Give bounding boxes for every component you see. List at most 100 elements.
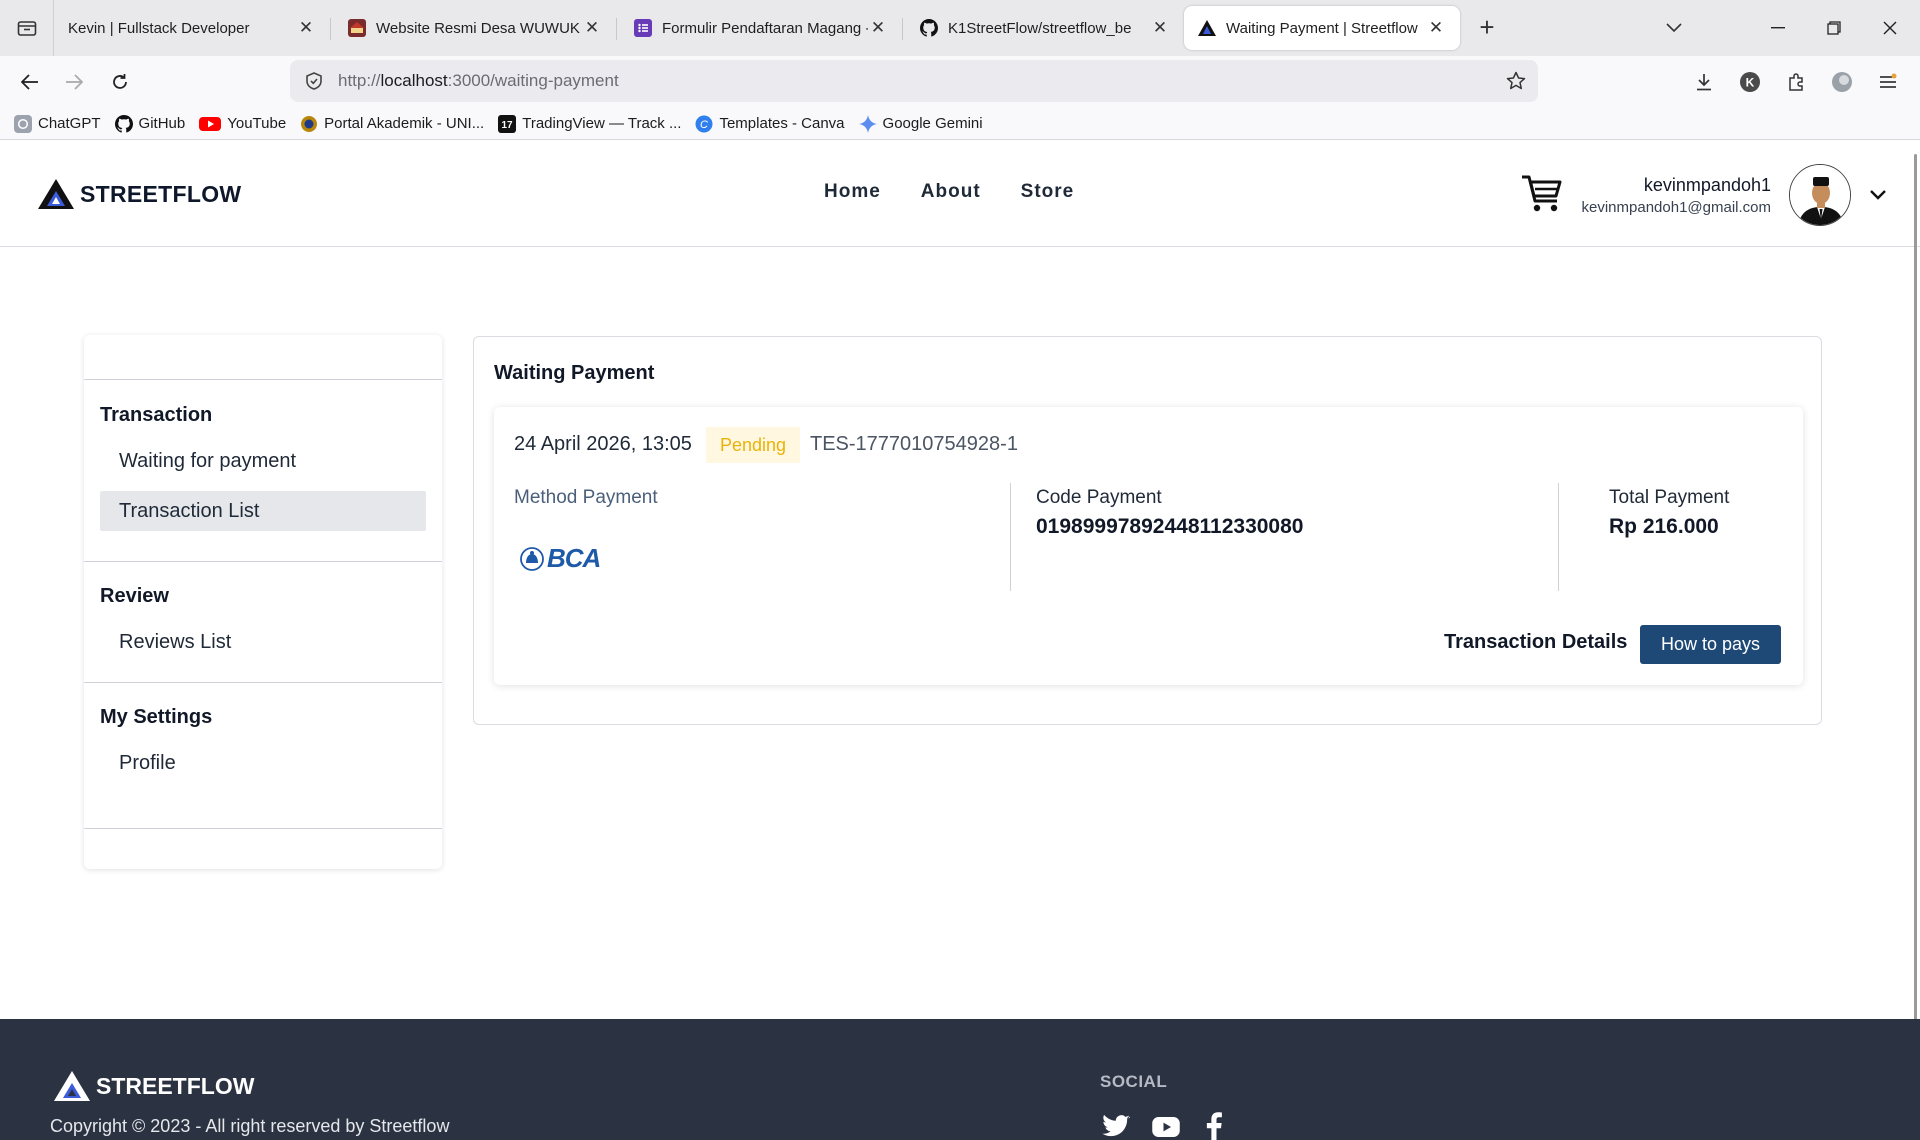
reload-button[interactable] bbox=[104, 66, 136, 98]
downloads-button[interactable] bbox=[1688, 66, 1720, 98]
sidebar-item-waiting-for-payment[interactable]: Waiting for payment bbox=[100, 441, 426, 481]
account-sidebar: Transaction Waiting for payment Transact… bbox=[84, 335, 442, 869]
page-scrollbar[interactable] bbox=[1914, 154, 1917, 1038]
tradingview-icon: 17 bbox=[498, 114, 517, 133]
svg-text:C: C bbox=[700, 119, 708, 131]
bca-bank-logo: BCA bbox=[520, 543, 601, 574]
tab-title: Waiting Payment | Streetflow bbox=[1226, 19, 1418, 37]
bookmark-canva[interactable]: C Templates - Canva bbox=[695, 115, 845, 133]
restore-icon bbox=[1827, 21, 1841, 35]
bca-wordmark: BCA bbox=[547, 543, 601, 573]
arrow-left-icon bbox=[21, 74, 38, 90]
nav-home-link[interactable]: Home bbox=[824, 181, 881, 203]
brand-name: STREETFLOW bbox=[80, 180, 242, 207]
gemini-sparkle-icon bbox=[858, 114, 877, 133]
close-window-button[interactable] bbox=[1872, 10, 1908, 46]
brand-logo[interactable]: STREETFLOW bbox=[38, 179, 241, 209]
avatar[interactable] bbox=[1789, 164, 1851, 226]
extensions-button[interactable] bbox=[1780, 66, 1812, 98]
tab-title: Kevin | Fullstack Developer bbox=[68, 19, 250, 37]
bookmark-chatgpt[interactable]: ChatGPT bbox=[14, 114, 101, 133]
site-info-icon[interactable] bbox=[304, 71, 324, 91]
bookmark-youtube[interactable]: YouTube bbox=[199, 115, 286, 133]
waiting-payment-panel: Waiting Payment 24 April 2026, 13:05 Pen… bbox=[473, 336, 1822, 725]
tab-close-icon[interactable]: ✕ bbox=[1426, 18, 1446, 38]
svg-text:K: K bbox=[1746, 76, 1755, 90]
order-reference: TES-1777010754928-1 bbox=[810, 433, 1018, 455]
cart-button[interactable] bbox=[1520, 171, 1564, 215]
hamburger-menu-icon bbox=[1880, 73, 1897, 88]
chatgpt-icon bbox=[14, 114, 32, 133]
tab-overflow-button[interactable] bbox=[1656, 10, 1692, 46]
bca-emblem-icon bbox=[520, 546, 544, 571]
main-nav: Home About Store bbox=[824, 181, 1074, 203]
minimize-icon bbox=[1771, 27, 1785, 29]
sidebar-section-my-settings: My Settings bbox=[100, 706, 213, 728]
total-payment-value: Rp 216.000 bbox=[1609, 515, 1719, 538]
chevron-down-icon bbox=[1666, 23, 1682, 33]
streetflow-favicon bbox=[1198, 19, 1216, 37]
footer-copyright: Copyright © 2023 - All right reserved by… bbox=[50, 1116, 450, 1136]
tab-waiting-payment[interactable]: Waiting Payment | Streetflow ✕ bbox=[1184, 6, 1460, 50]
footer-brand-name: STREETFLOW bbox=[96, 1072, 255, 1099]
profile-k-button[interactable]: K bbox=[1734, 66, 1766, 98]
reload-icon bbox=[113, 74, 127, 89]
svg-text:17: 17 bbox=[502, 120, 514, 129]
user-menu-dropdown[interactable] bbox=[1868, 185, 1888, 205]
sidebar-item-transaction-list[interactable]: Transaction List bbox=[100, 491, 426, 531]
minimize-button[interactable] bbox=[1760, 10, 1796, 46]
restore-button[interactable] bbox=[1816, 10, 1852, 46]
sidebar-item-profile[interactable]: Profile bbox=[100, 743, 426, 783]
twitter-icon[interactable] bbox=[1100, 1112, 1132, 1140]
new-tab-button[interactable]: + bbox=[1472, 12, 1502, 42]
browser-tab-bar: Kevin | Fullstack Developer ✕ Website Re… bbox=[0, 0, 1920, 56]
bookmarks-bar: ChatGPT GitHub YouTube Portal Akademik -… bbox=[0, 108, 1920, 140]
tab-formulir-magang[interactable]: Formulir Pendaftaran Magang - ✕ bbox=[620, 6, 902, 50]
tab-list-button[interactable] bbox=[0, 0, 54, 56]
bookmark-github[interactable]: GitHub bbox=[114, 114, 185, 133]
sidebar-item-reviews-list[interactable]: Reviews List bbox=[100, 622, 426, 662]
tab-github-repo[interactable]: K1StreetFlow/streetflow_be ✕ bbox=[906, 6, 1184, 50]
page-title: Waiting Payment bbox=[494, 362, 655, 384]
transaction-details-link[interactable]: Transaction Details bbox=[1444, 631, 1627, 654]
footer-brand-logo[interactable]: STREETFLOW bbox=[54, 1071, 254, 1101]
method-payment-label: Method Payment bbox=[514, 487, 658, 508]
how-to-pay-button[interactable]: How to pays bbox=[1640, 625, 1781, 664]
tab-close-icon[interactable]: ✕ bbox=[868, 18, 888, 38]
tab-title: K1StreetFlow/streetflow_be bbox=[948, 19, 1132, 37]
app-menu-button[interactable] bbox=[1872, 66, 1904, 98]
desa-wuwuk-favicon bbox=[348, 19, 366, 37]
university-logo-icon bbox=[300, 115, 318, 133]
tab-close-icon[interactable]: ✕ bbox=[296, 18, 316, 38]
canva-icon: C bbox=[695, 115, 713, 133]
tab-kevin-portfolio[interactable]: Kevin | Fullstack Developer ✕ bbox=[54, 6, 330, 50]
bookmark-gemini[interactable]: Google Gemini bbox=[858, 114, 983, 133]
tab-list-icon bbox=[17, 21, 36, 36]
streetflow-logo-icon bbox=[38, 179, 74, 209]
close-icon bbox=[1883, 21, 1897, 35]
tab-close-icon[interactable]: ✕ bbox=[582, 18, 602, 38]
google-forms-favicon bbox=[634, 19, 652, 37]
star-bookmark-icon[interactable] bbox=[1506, 71, 1526, 91]
facebook-icon[interactable] bbox=[1198, 1112, 1230, 1140]
tab-desa-wuwuk[interactable]: Website Resmi Desa WUWUK ✕ bbox=[334, 6, 616, 50]
github-favicon bbox=[920, 19, 938, 37]
account-avatar-button[interactable] bbox=[1826, 66, 1858, 98]
forward-button[interactable] bbox=[58, 66, 90, 98]
arrow-right-icon bbox=[66, 74, 83, 90]
youtube-icon[interactable] bbox=[1150, 1112, 1182, 1140]
bookmark-portal-akademik[interactable]: Portal Akademik - UNI... bbox=[300, 115, 484, 133]
user-info[interactable]: kevinmpandoh1 kevinmpandoh1@gmail.com bbox=[1582, 175, 1772, 216]
bookmark-tradingview[interactable]: 17 TradingView — Track ... bbox=[498, 114, 681, 133]
address-bar[interactable]: http://localhost:3000/waiting-payment bbox=[290, 60, 1538, 102]
back-button[interactable] bbox=[14, 66, 46, 98]
nav-about-link[interactable]: About bbox=[921, 181, 981, 203]
tab-close-icon[interactable]: ✕ bbox=[1150, 18, 1170, 38]
user-name: kevinmpandoh1 bbox=[1643, 175, 1771, 195]
chevron-down-icon bbox=[1870, 190, 1886, 200]
account-avatar-icon bbox=[1832, 72, 1852, 92]
sidebar-section-review: Review bbox=[100, 585, 169, 607]
url-text[interactable]: http://localhost:3000/waiting-payment bbox=[338, 71, 619, 91]
site-header: STREETFLOW Home About Store kevinmpandoh… bbox=[0, 141, 1920, 247]
nav-store-link[interactable]: Store bbox=[1021, 181, 1075, 203]
